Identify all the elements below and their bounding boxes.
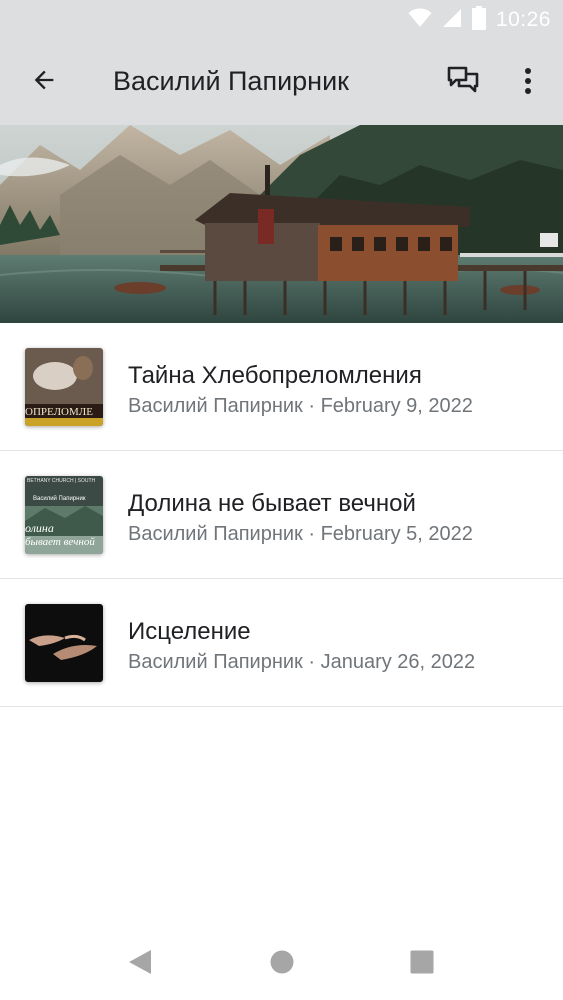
meta-separator: ·	[308, 395, 316, 417]
status-bar: 10:26	[0, 0, 563, 40]
episode-date: February 9, 2022	[320, 395, 473, 417]
list-item[interactable]: ОПРЕЛОМЛЕ Тайна Хлебопреломления Василий…	[0, 323, 563, 451]
nav-recents-button[interactable]	[406, 948, 438, 980]
thumbnail-text: ОПРЕЛОМЛЕ	[25, 406, 93, 418]
episode-list: ОПРЕЛОМЛЕ Тайна Хлебопреломления Василий…	[0, 323, 563, 707]
system-nav-bar	[0, 928, 563, 1000]
thumbnail-line2: бывает вечной	[25, 536, 95, 548]
list-item[interactable]: Исцеление Василий Папирник · January 26,…	[0, 579, 563, 707]
meta-separator: ·	[308, 651, 316, 673]
episode-title: Долина не бывает вечной	[128, 490, 416, 517]
more-options-button[interactable]	[508, 60, 548, 106]
back-triangle-icon	[128, 949, 152, 980]
more-vert-icon	[524, 67, 532, 100]
page-title: Василий Папирник	[113, 66, 349, 96]
recents-square-icon	[410, 950, 434, 979]
thumbnail-church-text: BETHANY CHURCH | SOUTH	[27, 478, 96, 484]
mountain-lake-boathouse-image	[0, 125, 563, 323]
thumbnail-line1: олина	[25, 521, 54, 535]
episode-date: February 5, 2022	[320, 523, 473, 545]
back-button[interactable]	[22, 60, 66, 104]
podcast-cover-image	[0, 125, 563, 323]
arrow-left-icon	[30, 66, 58, 99]
battery-icon	[471, 5, 486, 35]
episode-title: Исцеление	[128, 618, 251, 645]
episode-thumbnail	[25, 604, 103, 682]
episode-author: Василий Папирник	[128, 395, 303, 417]
episode-meta: Василий Папирник · February 5, 2022	[128, 523, 473, 546]
episode-thumbnail: BETHANY CHURCH | SOUTH Василий Папирник …	[25, 476, 103, 554]
status-icons: 10:26	[408, 5, 551, 35]
episode-thumbnail: ОПРЕЛОМЛЕ	[25, 348, 103, 426]
episode-author: Василий Папирник	[128, 651, 303, 673]
nav-home-button[interactable]	[266, 948, 298, 980]
chat-button[interactable]	[440, 60, 486, 106]
signal-icon	[442, 8, 462, 33]
list-item[interactable]: BETHANY CHURCH | SOUTH Василий Папирник …	[0, 451, 563, 579]
episode-date: January 26, 2022	[320, 651, 476, 673]
chat-icon	[446, 65, 480, 102]
episode-meta: Василий Папирник · February 9, 2022	[128, 395, 473, 418]
episode-meta: Василий Папирник · January 26, 2022	[128, 651, 475, 674]
meta-separator: ·	[308, 523, 316, 545]
episode-title: Тайна Хлебопреломления	[128, 362, 422, 389]
status-time: 10:26	[495, 8, 551, 31]
nav-back-button[interactable]	[124, 948, 156, 980]
thumbnail-author-text: Василий Папирник	[33, 496, 86, 502]
home-circle-icon	[270, 950, 294, 979]
app-bar: Василий Папирник	[0, 40, 563, 125]
wifi-icon	[408, 8, 432, 33]
episode-author: Василий Папирник	[128, 523, 303, 545]
